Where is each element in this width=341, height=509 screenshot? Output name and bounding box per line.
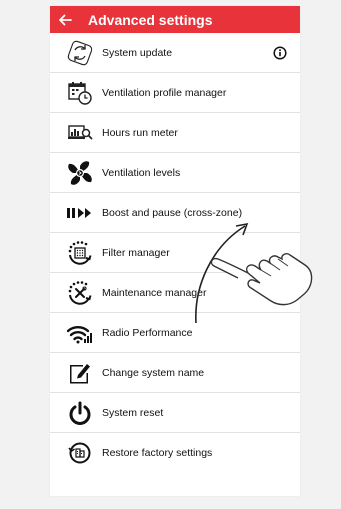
pause-fast-forward-icon — [65, 198, 95, 228]
menu-item-restore-factory-settings[interactable]: Restore factory settings — [50, 433, 300, 473]
menu-item-label: Radio Performance — [102, 326, 193, 339]
wifi-signal-icon — [65, 318, 95, 348]
menu-item-label: Restore factory settings — [102, 447, 213, 459]
menu-item-system-update[interactable]: System update — [50, 33, 300, 73]
menu-item-label: System reset — [102, 406, 164, 419]
menu-item-label: Hours run meter — [102, 126, 178, 139]
menu-item-filter-manager[interactable]: Filter manager — [50, 233, 300, 273]
settings-list: System update Ventilation profile manage… — [50, 33, 300, 473]
menu-item-label: Maintenance manager — [102, 286, 207, 299]
menu-item-hours-run-meter[interactable]: Hours run meter — [50, 113, 300, 153]
menu-item-radio-performance[interactable]: Radio Performance — [50, 313, 300, 353]
chart-magnifier-icon — [65, 118, 95, 148]
refresh-icon — [65, 38, 95, 68]
menu-item-change-system-name[interactable]: Change system name — [50, 353, 300, 393]
power-icon — [65, 398, 95, 428]
page-title: Advanced settings — [88, 11, 213, 28]
menu-item-ventilation-levels[interactable]: Ventilation levels — [50, 153, 300, 193]
restore-icon — [65, 438, 95, 468]
tools-icon — [65, 278, 95, 308]
menu-item-system-reset[interactable]: System reset — [50, 393, 300, 433]
fan-icon — [65, 158, 95, 188]
menu-item-label: Boost and pause (cross-zone) — [102, 206, 243, 219]
advanced-settings-panel: Advanced settings System update Ventilat… — [50, 6, 300, 496]
header-bar: Advanced settings — [50, 6, 300, 33]
menu-item-label: Change system name — [102, 366, 205, 379]
menu-item-label: Ventilation levels — [102, 166, 181, 179]
back-arrow-icon[interactable] — [50, 6, 80, 33]
edit-icon — [65, 358, 95, 388]
menu-item-ventilation-profile-manager[interactable]: Ventilation profile manager — [50, 73, 300, 113]
info-icon[interactable] — [273, 46, 287, 60]
filter-icon — [65, 238, 95, 268]
menu-item-maintenance-manager[interactable]: Maintenance manager — [50, 273, 300, 313]
menu-item-label: Filter manager — [102, 246, 170, 259]
menu-item-label: System update — [102, 46, 173, 59]
menu-item-boost-and-pause[interactable]: Boost and pause (cross-zone) — [50, 193, 300, 233]
calendar-clock-icon — [65, 78, 95, 108]
menu-item-label: Ventilation profile manager — [102, 86, 227, 99]
